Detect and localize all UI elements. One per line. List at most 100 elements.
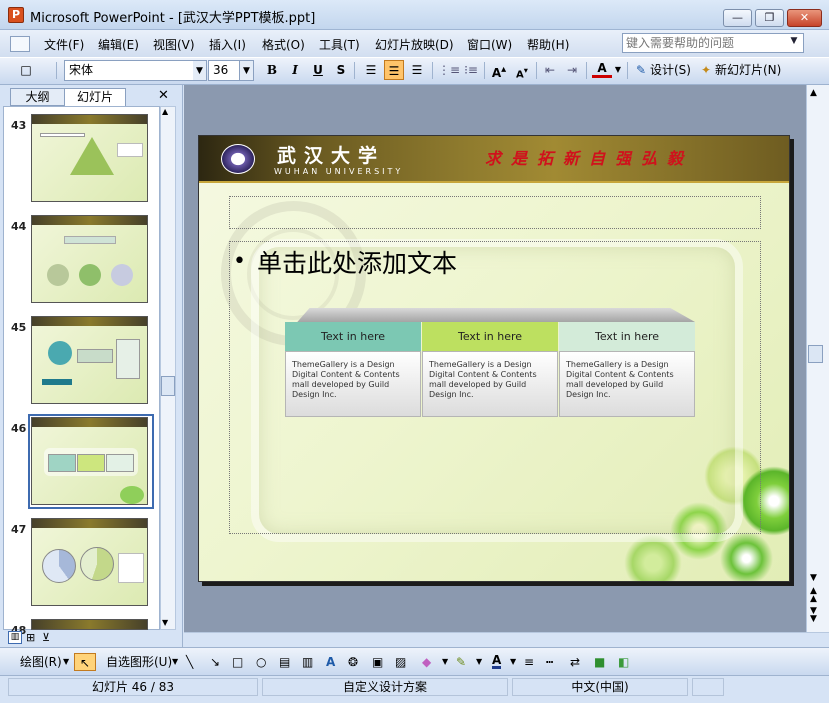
slide-sorter-icon[interactable]: ⊞	[26, 631, 35, 644]
slide[interactable]: 武汉大学 WUHAN UNIVERSITY 求是拓新自强弘毅 • 单击此处添加文…	[198, 135, 790, 582]
font-name-select[interactable]: 宋体	[64, 60, 194, 81]
next-slide-icon[interactable]: ▼ ▼	[810, 607, 817, 624]
slideshow-icon[interactable]: ⊻	[42, 631, 50, 644]
size-dropdown-icon[interactable]: ▼	[240, 60, 254, 81]
line-color-dropdown-icon[interactable]: ▼	[476, 653, 482, 671]
menu-window[interactable]: 窗口(W)	[467, 36, 512, 53]
clipart-icon[interactable]: ▣	[372, 653, 383, 671]
new-slide-button[interactable]: 新幻灯片(N)	[715, 60, 781, 80]
box-diagram-top-edge	[297, 308, 695, 322]
diagram-box-2[interactable]: Text in here ThemeGallery is a Design Di…	[422, 322, 558, 417]
line-color-icon[interactable]: ✎	[456, 653, 466, 671]
fill-color-icon[interactable]: ◆	[422, 653, 431, 671]
font-color-dropdown-icon[interactable]: ▼	[613, 60, 623, 80]
font-size-select[interactable]: 36	[208, 60, 240, 81]
scroll-down-icon[interactable]: ▼	[162, 618, 168, 627]
slide-scroll-thumb[interactable]	[808, 345, 823, 363]
bold-button[interactable]: B	[263, 60, 281, 80]
font-color-icon[interactable]: A	[492, 653, 502, 669]
status-design-name[interactable]: 自定义设计方案	[262, 678, 508, 696]
university-name-en: WUHAN UNIVERSITY	[274, 167, 404, 176]
document-icon[interactable]	[10, 36, 30, 52]
insert-picture-icon[interactable]: ▨	[395, 653, 406, 671]
minimize-button[interactable]: —	[723, 9, 752, 27]
menu-format[interactable]: 格式(O)	[262, 36, 305, 53]
slide-thumbnail-46[interactable]	[31, 417, 148, 505]
decrease-indent-icon[interactable]: ⇤	[541, 60, 559, 80]
powerpoint-icon[interactable]: P	[8, 7, 24, 23]
increase-font-icon[interactable]: A▴	[489, 60, 509, 80]
align-center-icon[interactable]: ☰	[384, 60, 404, 80]
align-left-icon[interactable]: ☰	[361, 60, 381, 80]
rectangle-tool-icon[interactable]: □	[232, 653, 243, 671]
toolbar-separator	[536, 62, 537, 79]
slide-thumbnail-45[interactable]	[31, 316, 148, 404]
textbox-tool-icon[interactable]: ▤	[279, 653, 290, 671]
horizontal-scrollbar[interactable]	[184, 632, 829, 647]
menu-insert[interactable]: 插入(I)	[209, 36, 246, 53]
normal-view-icon[interactable]: ▥	[8, 631, 22, 644]
body-placeholder-text[interactable]: 单击此处添加文本	[257, 244, 457, 280]
select-pointer-icon[interactable]: ↖	[74, 653, 96, 671]
slide-thumbnail-48[interactable]	[31, 619, 148, 630]
design-button[interactable]: 设计(S)	[650, 60, 691, 80]
dash-style-icon[interactable]: ┅	[546, 653, 553, 671]
font-color-icon[interactable]: A	[592, 60, 612, 78]
arrow-tool-icon[interactable]: ↘	[210, 653, 220, 671]
draw-menu-button[interactable]: 绘图(R)	[20, 653, 62, 671]
italic-button[interactable]: I	[286, 60, 304, 80]
vertical-textbox-icon[interactable]: ▥	[302, 653, 313, 671]
line-tool-icon[interactable]: ╲	[186, 653, 193, 671]
decrease-font-icon[interactable]: A▾	[512, 60, 532, 80]
tab-slides[interactable]: 幻灯片	[64, 88, 126, 107]
menu-edit[interactable]: 编辑(E)	[98, 36, 139, 53]
slide-thumbnail-44[interactable]	[31, 215, 148, 303]
menu-view[interactable]: 视图(V)	[153, 36, 195, 53]
oval-tool-icon[interactable]: ○	[256, 653, 266, 671]
title-placeholder[interactable]	[229, 196, 761, 229]
thumbnail-scrollbar[interactable]	[160, 106, 176, 630]
slide-thumbnail-43[interactable]	[31, 114, 148, 202]
autoshapes-menu-button[interactable]: 自选图形(U)	[106, 653, 172, 671]
thumbnail-scroll-thumb[interactable]	[161, 376, 175, 396]
fill-color-dropdown-icon[interactable]: ▼	[442, 653, 448, 671]
slide-thumbnail-47[interactable]	[31, 518, 148, 606]
increase-indent-icon[interactable]: ⇥	[563, 60, 581, 80]
font-dropdown-icon[interactable]: ▼	[193, 60, 207, 81]
align-right-icon[interactable]: ☰	[407, 60, 427, 80]
shadow-button[interactable]: S	[332, 60, 350, 80]
scroll-up-icon[interactable]: ▲	[162, 107, 168, 116]
autoshapes-dropdown-icon[interactable]: ▼	[172, 653, 178, 671]
new-document-icon[interactable]: □	[16, 60, 36, 80]
wordart-icon[interactable]: A	[326, 653, 335, 671]
menu-file[interactable]: 文件(F)	[44, 36, 84, 53]
close-button[interactable]: ✕	[787, 9, 822, 27]
status-language: 中文(中国)	[512, 678, 688, 696]
shadow-style-icon[interactable]: ■	[594, 653, 605, 671]
diagram-box-1[interactable]: Text in here ThemeGallery is a Design Di…	[285, 322, 421, 417]
scroll-up-icon[interactable]: ▲	[810, 88, 817, 98]
menu-tools[interactable]: 工具(T)	[319, 36, 360, 53]
arrow-style-icon[interactable]: ⇄	[570, 653, 580, 671]
numbered-list-icon[interactable]: ⋮≡	[438, 60, 460, 80]
line-style-icon[interactable]: ≡	[524, 653, 534, 671]
restore-button[interactable]: ❐	[755, 9, 784, 27]
menu-help[interactable]: 帮助(H)	[527, 36, 569, 53]
bullet-list-icon[interactable]: ⁝≡	[461, 60, 481, 80]
diagram-icon[interactable]: ❂	[348, 653, 358, 671]
slide-number: 47	[11, 523, 27, 536]
new-slide-icon[interactable]: ✦	[698, 60, 714, 80]
design-icon[interactable]: ✎	[633, 60, 649, 80]
scroll-down-icon[interactable]: ▼	[810, 573, 817, 583]
menu-slideshow[interactable]: 幻灯片放映(D)	[375, 36, 454, 53]
previous-slide-icon[interactable]: ▲ ▲	[810, 587, 817, 604]
tab-outline[interactable]: 大纲	[10, 88, 65, 106]
diagram-box-3[interactable]: Text in here ThemeGallery is a Design Di…	[559, 322, 695, 417]
underline-button[interactable]: U	[309, 60, 327, 80]
3d-style-icon[interactable]: ◧	[618, 653, 629, 671]
panel-close-icon[interactable]: ✕	[158, 88, 170, 103]
draw-dropdown-icon[interactable]: ▼	[63, 653, 69, 671]
font-color-dropdown-icon[interactable]: ▼	[510, 653, 516, 671]
help-dropdown-icon[interactable]: ▼	[786, 36, 802, 50]
help-search-input[interactable]: 键入需要帮助的问题	[622, 33, 804, 53]
